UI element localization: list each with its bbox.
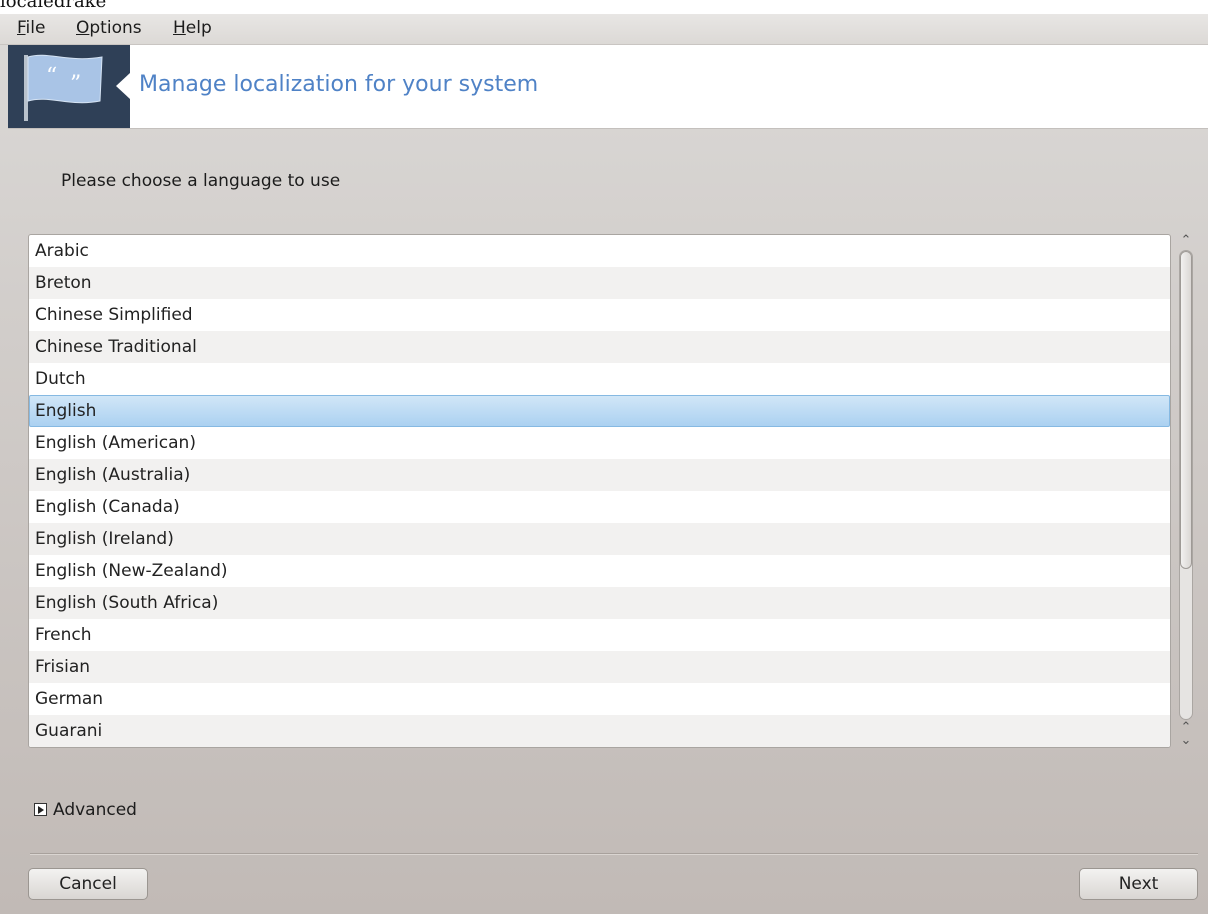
- scroll-up-icon[interactable]: ⌃: [1175, 234, 1197, 248]
- button-separator: [30, 853, 1198, 855]
- window-title-text: localedrake: [0, 0, 107, 12]
- advanced-label: Advanced: [53, 800, 137, 820]
- menu-help-mnemonic: H: [173, 18, 186, 38]
- language-list-scrollbar[interactable]: ⌃ ⌃ ⌄: [1175, 234, 1197, 750]
- cancel-button[interactable]: Cancel: [28, 868, 148, 900]
- language-list-item[interactable]: English: [29, 395, 1170, 427]
- language-list-item[interactable]: Guarani: [29, 715, 1170, 747]
- menu-options-label: ptions: [89, 18, 142, 38]
- menu-bar: File Options Help: [0, 14, 1208, 45]
- language-list-item[interactable]: English (South Africa): [29, 587, 1170, 619]
- menu-options[interactable]: Options: [76, 18, 142, 38]
- language-list-item[interactable]: English (Australia): [29, 459, 1170, 491]
- scrollbar-track[interactable]: [1179, 250, 1193, 720]
- language-list-item[interactable]: English (Canada): [29, 491, 1170, 523]
- next-button[interactable]: Next: [1079, 868, 1198, 900]
- menu-options-mnemonic: O: [76, 18, 90, 38]
- language-list-item[interactable]: English (Ireland): [29, 523, 1170, 555]
- flag-quotes-icon: “ ”: [24, 54, 130, 121]
- banner-title: Manage localization for your system: [139, 72, 539, 97]
- scroll-down-icon[interactable]: ⌄: [1175, 734, 1197, 748]
- language-list-item[interactable]: French: [29, 619, 1170, 651]
- menu-file[interactable]: File: [17, 18, 45, 38]
- language-prompt: Please choose a language to use: [61, 171, 341, 191]
- scrollbar-thumb[interactable]: [1180, 251, 1192, 569]
- banner-logo: “ ”: [8, 45, 130, 128]
- language-list-item[interactable]: Frisian: [29, 651, 1170, 683]
- banner: “ ” Manage localization for your system: [8, 45, 1208, 129]
- language-list-item[interactable]: Dutch: [29, 363, 1170, 395]
- language-list[interactable]: Arabic Breton Chinese Simplified Chinese Tr…: [28, 234, 1171, 748]
- menu-help[interactable]: Help: [173, 18, 212, 38]
- language-list-item[interactable]: English (New-Zealand): [29, 555, 1170, 587]
- window-title: localedrake: [0, 0, 1208, 14]
- advanced-expander[interactable]: Advanced: [34, 800, 137, 820]
- language-list-item[interactable]: Arabic: [29, 235, 1170, 267]
- expander-arrow-icon[interactable]: [34, 803, 47, 816]
- language-list-item[interactable]: Breton: [29, 267, 1170, 299]
- language-list-item[interactable]: Chinese Traditional: [29, 331, 1170, 363]
- language-list-item[interactable]: English (American): [29, 427, 1170, 459]
- svg-text:“: “: [46, 64, 57, 89]
- language-list-item[interactable]: Chinese Simplified: [29, 299, 1170, 331]
- language-list-item[interactable]: German: [29, 683, 1170, 715]
- svg-text:”: ”: [70, 72, 81, 97]
- menu-file-mnemonic: F: [17, 18, 26, 38]
- menu-file-label: ile: [25, 18, 46, 38]
- menu-help-label: elp: [185, 18, 212, 38]
